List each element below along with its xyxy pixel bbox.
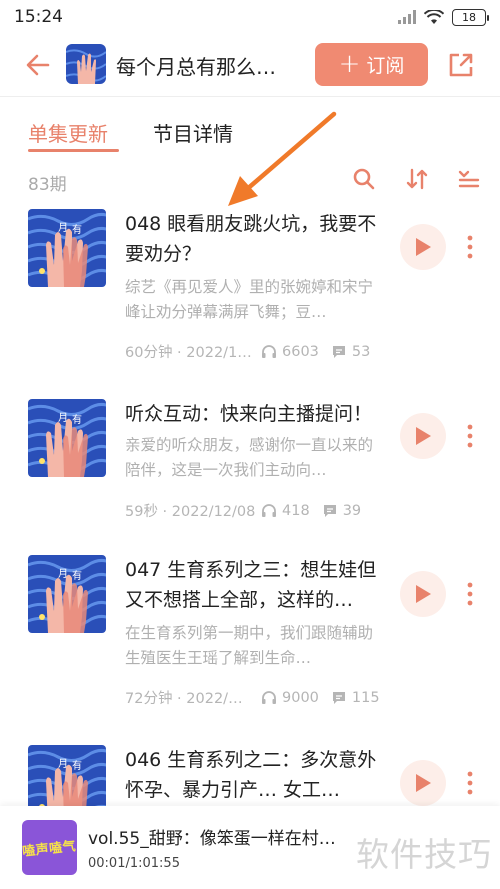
duration-date: 60分钟 · 2022/1… (125, 345, 252, 361)
headphones-icon (262, 690, 276, 704)
headphones-icon (262, 344, 276, 358)
share-icon[interactable] (447, 51, 475, 79)
filter-list-icon[interactable] (456, 166, 482, 192)
play-count: 6603 (282, 343, 319, 360)
episode-cover (28, 399, 106, 477)
active-tab-underline (28, 149, 119, 152)
episode-item[interactable]: 听众互动：快来向主播提问！ 亲爱的听众朋友，感谢你一直以来的陪伴，这是一次我们主… (0, 399, 500, 569)
wifi-icon (424, 9, 444, 24)
podcast-title: 每个月总有那么… (116, 55, 276, 79)
battery-indicator: 18 (452, 8, 489, 26)
play-icon (416, 774, 431, 792)
signal-icon (398, 10, 416, 24)
more-options-icon[interactable] (464, 579, 476, 609)
episode-description: 亲爱的听众朋友，感谢你一直以来的陪伴，这是一次我们主动向… (125, 436, 374, 479)
episode-item[interactable]: 047 生育系列之三：想生娃但又不想搭上全部，这样的… 在生育系列第一期中，我们… (0, 555, 500, 725)
status-bar: 15:24 18 (0, 0, 500, 34)
play-icon (416, 238, 431, 256)
episode-meta: 72分钟 · 2022/… 9000 115 (125, 687, 395, 708)
app-header: 每个月总有那么… + 订阅 (0, 34, 500, 96)
episode-cover (28, 209, 106, 287)
more-options-icon[interactable] (464, 768, 476, 798)
play-icon (416, 585, 431, 603)
back-arrow-icon[interactable] (24, 51, 52, 79)
episode-title: 046 生育系列之二：多次意外怀孕、暴力引产… 女工… (125, 749, 377, 801)
watermark: 软件技巧 (356, 835, 492, 874)
now-playing-cover: 嗑声嗑气 (22, 820, 77, 875)
now-playing-title: vol.55_甜野：像笨蛋一样在村… (88, 829, 336, 849)
more-options-icon[interactable] (464, 232, 476, 262)
podcast-cover (66, 44, 106, 84)
search-icon[interactable] (351, 166, 377, 192)
episode-cover (28, 555, 106, 633)
tab-program-details[interactable]: 节目详情 (153, 118, 233, 147)
episode-meta: 60分钟 · 2022/1… 6603 53 (125, 341, 395, 362)
subscribe-label: 订阅 (366, 55, 405, 77)
more-options-icon[interactable] (464, 421, 476, 451)
episode-cover (28, 745, 106, 806)
comment-count: 53 (351, 343, 371, 360)
comment-count: 115 (351, 689, 380, 706)
play-count: 9000 (282, 689, 319, 706)
play-count: 418 (282, 502, 310, 519)
comment-icon (323, 504, 336, 517)
plus-icon: + (338, 48, 361, 79)
episode-count: 83期 (28, 175, 67, 195)
play-button[interactable] (400, 224, 446, 270)
cover-text: 嗑声嗑气 (22, 839, 77, 860)
play-button[interactable] (400, 413, 446, 459)
episode-description: 在生育系列第一期中，我们跟随辅助生殖医生王瑶了解到生命… (125, 624, 374, 667)
subscribe-button[interactable]: + 订阅 (315, 43, 428, 86)
tab-episodes[interactable]: 单集更新 (28, 118, 108, 147)
episode-meta: 59秒 · 2022/12/08 418 39 (125, 500, 395, 521)
comment-icon (332, 345, 345, 358)
play-button[interactable] (400, 760, 446, 806)
episode-description: 综艺《再见爱人》里的张婉婷和宋宁峰让劝分弹幕满屏飞舞；豆… (125, 278, 374, 321)
play-button[interactable] (400, 571, 446, 617)
episode-item[interactable]: 046 生育系列之二：多次意外怀孕、暴力引产… 女工… (0, 745, 500, 806)
episode-title: 047 生育系列之三：想生娃但又不想搭上全部，这样的… (125, 559, 377, 611)
episode-title: 048 眼看朋友跳火坑，我要不要劝分？ (125, 213, 377, 265)
play-icon (416, 427, 431, 445)
comment-count: 39 (342, 502, 362, 519)
headphones-icon (262, 503, 276, 517)
duration-date: 59秒 · 2022/12/08 (125, 504, 256, 520)
status-time: 15:24 (14, 7, 63, 27)
sort-icon[interactable] (404, 166, 430, 192)
playback-time: 00:01/1:01:55 (88, 856, 180, 871)
header-divider (0, 96, 500, 97)
episode-item[interactable]: 048 眼看朋友跳火坑，我要不要劝分？ 综艺《再见爱人》里的张婉婷和宋宁峰让劝分… (0, 209, 500, 379)
duration-date: 72分钟 · 2022/… (125, 691, 243, 707)
status-icons: 18 (398, 8, 489, 26)
comment-icon (332, 691, 345, 704)
